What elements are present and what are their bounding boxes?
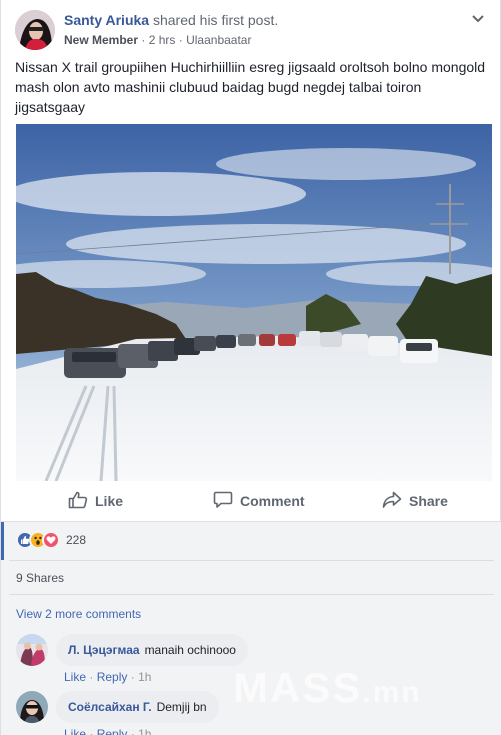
post-photo[interactable] (16, 124, 492, 481)
post-header: Santy Ariuka shared his first post. New … (15, 8, 486, 52)
watermark: MASS.mn (233, 664, 422, 712)
comment-button[interactable]: Comment (213, 486, 305, 516)
comment-meta: Like · Reply · 1h (64, 727, 151, 735)
share-label: Share (409, 493, 448, 509)
chevron-down-icon[interactable] (470, 10, 486, 26)
post-actions: Like Comment Share (16, 486, 492, 516)
meta-separator: · (130, 727, 139, 735)
reaction-count: 228 (66, 533, 87, 547)
share-arrow-icon (382, 491, 402, 512)
comment-text: Demjij bn (156, 700, 207, 714)
comment-time[interactable]: 1h (138, 727, 151, 735)
shares-count[interactable]: 9 Shares (16, 571, 64, 585)
author-action-text: shared his first post. (152, 12, 279, 28)
author-line: Santy Ariuka shared his first post. (64, 12, 278, 28)
commenter-name[interactable]: Л. Цэцэгмаа (68, 643, 140, 657)
post-location[interactable]: Ulaanbaatar (186, 33, 251, 47)
author-name[interactable]: Santy Ariuka (64, 12, 149, 28)
like-label: Like (95, 493, 124, 509)
love-icon (42, 531, 60, 549)
watermark-suffix: .mn (362, 676, 422, 709)
comment-like-link[interactable]: Like (64, 727, 86, 735)
meta-separator: · (178, 33, 187, 47)
thumbs-up-icon (68, 491, 88, 512)
like-button[interactable]: Like (68, 486, 123, 516)
commenter-avatar[interactable] (16, 634, 48, 666)
divider (9, 594, 494, 595)
member-badge: New Member (64, 33, 139, 47)
commenter-name[interactable]: Соёлсайхан Г. (68, 700, 152, 714)
comment-text: manaih ochinooo (144, 643, 236, 657)
focus-indicator (1, 522, 4, 560)
meta-separator: · (89, 727, 97, 735)
commenter-avatar[interactable] (16, 691, 48, 723)
divider (9, 560, 494, 561)
comment-label: Comment (240, 493, 305, 509)
meta-separator: · (141, 33, 149, 47)
meta-separator: · (89, 670, 97, 684)
post-meta: New Member · 2 hrs · Ulaanbaatar (64, 33, 251, 47)
meta-separator: · (130, 670, 139, 684)
post-time[interactable]: 2 hrs (149, 33, 176, 47)
watermark-text: MASS (233, 664, 363, 711)
author-avatar[interactable] (15, 10, 55, 50)
post-text: Nissan X trail groupiihen Huchirhiilliin… (15, 59, 486, 115)
comment-bubble: Л. Цэцэгмаа manaih ochinooo (56, 634, 248, 666)
comment-time[interactable]: 1h (138, 670, 151, 684)
share-button[interactable]: Share (382, 486, 448, 516)
comment-meta: Like · Reply · 1h (64, 670, 151, 684)
comment-icon (213, 491, 233, 512)
view-more-comments-link[interactable]: View 2 more comments (16, 607, 141, 621)
comment-reply-link[interactable]: Reply (97, 727, 128, 735)
reactions-summary[interactable]: 228 (16, 531, 86, 549)
comment-bubble: Соёлсайхан Г. Demjij bn (56, 691, 219, 723)
feed-post: Santy Ariuka shared his first post. New … (0, 0, 501, 735)
comment-like-link[interactable]: Like (64, 670, 86, 684)
comment-reply-link[interactable]: Reply (97, 670, 128, 684)
